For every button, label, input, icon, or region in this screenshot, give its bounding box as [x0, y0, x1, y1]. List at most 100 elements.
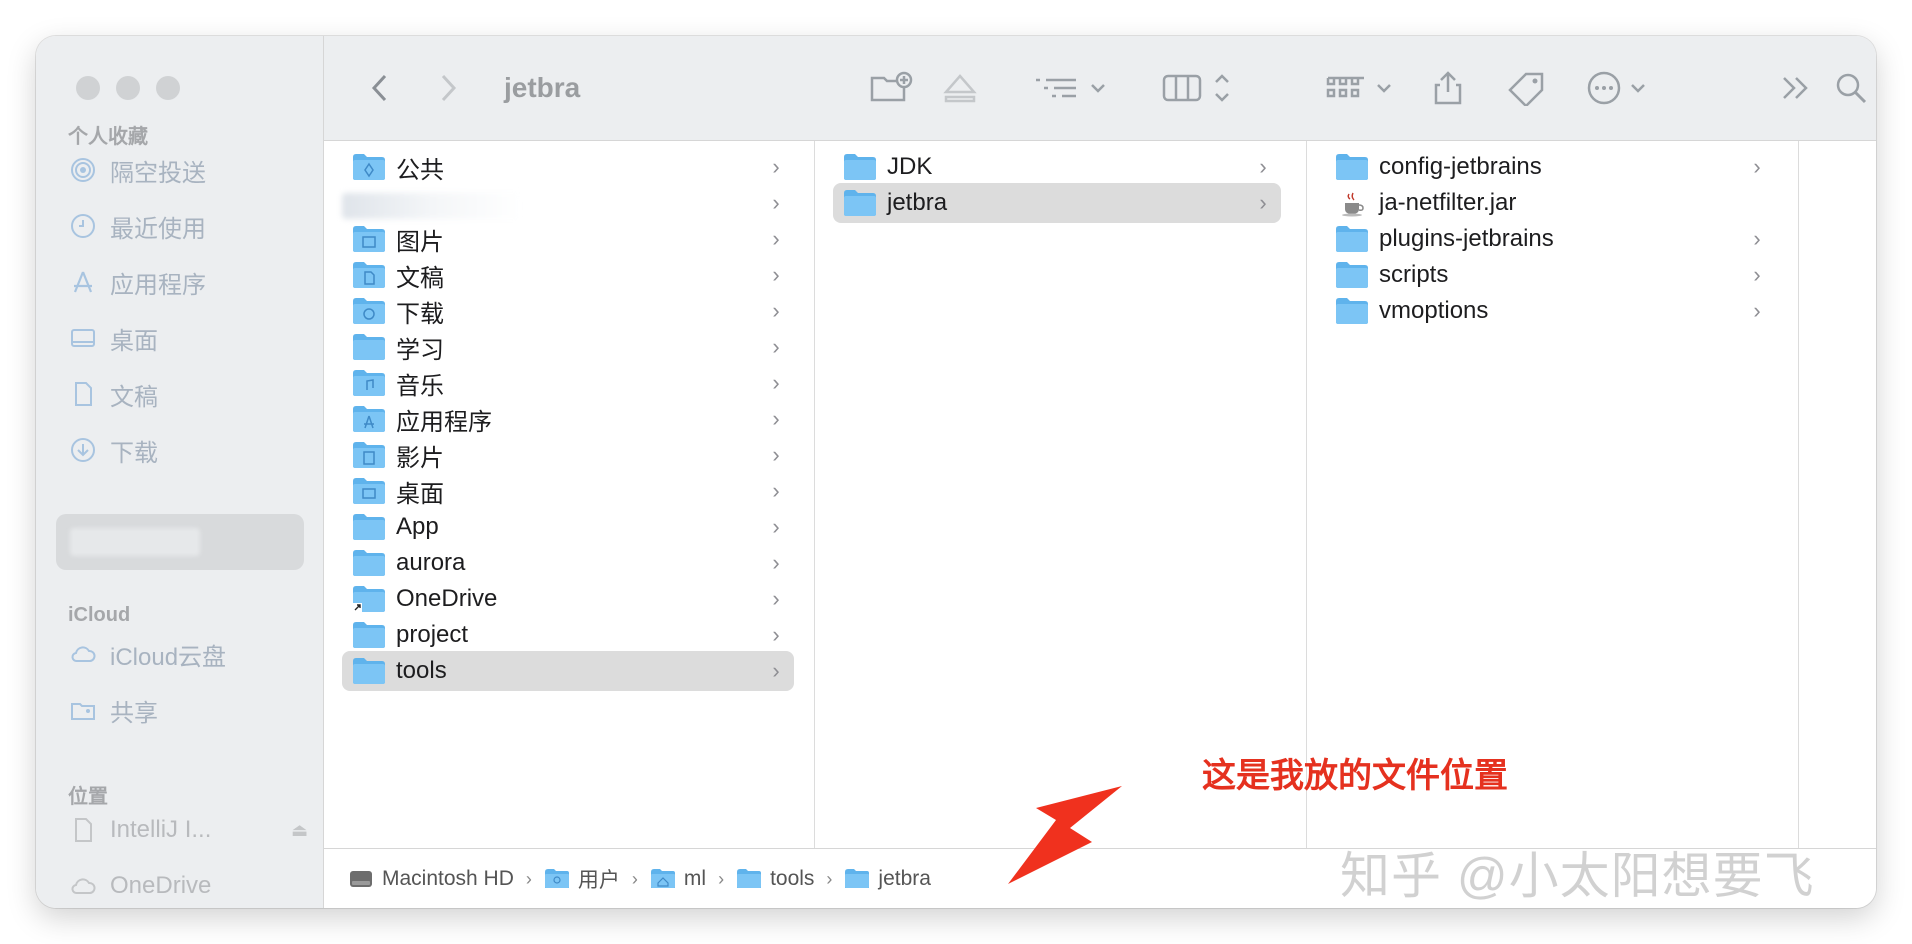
chevron-right-icon: › — [772, 478, 780, 503]
sidebar-item-icloud-drive[interactable]: iCloud云盘 — [68, 634, 308, 674]
tag-icon — [1508, 72, 1544, 106]
sidebar-item-documents[interactable]: 文稿 — [68, 374, 308, 414]
list-item-plugins-jetbrains[interactable]: plugins-jetbrains › — [1325, 219, 1775, 259]
folder-icon — [353, 334, 385, 360]
sidebar-item-intellij[interactable]: IntelliJ I... ⏏ — [68, 810, 308, 850]
sidebar-item-label: 桌面 — [110, 327, 158, 355]
sidebar-item-label: 隔空投送 — [110, 159, 206, 187]
sidebar-item-recents[interactable]: 最近使用 — [68, 206, 308, 246]
path-item-ml[interactable]: ml — [650, 867, 706, 891]
chevron-right-icon: › — [772, 298, 780, 323]
group-button[interactable] — [1324, 68, 1404, 108]
chevron-right-icon: › — [772, 370, 780, 395]
sidebar-item-applications[interactable]: 应用程序 — [68, 262, 308, 302]
sidebar-item-selected-home[interactable] — [56, 514, 304, 570]
sidebar-item-label: OneDrive — [110, 872, 212, 899]
list-item-desktop[interactable]: 桌面 › — [342, 471, 794, 511]
sidebar-item-onedrive[interactable]: OneDrive — [68, 866, 308, 906]
chevron-right-icon: › — [1753, 262, 1761, 287]
airdrop-icon — [68, 155, 98, 185]
list-item-scripts[interactable]: scripts › — [1325, 255, 1775, 295]
search-button[interactable] — [1832, 68, 1872, 108]
double-chevron-icon — [1783, 77, 1808, 99]
item-label: aurora — [396, 549, 466, 576]
applications-folder-icon — [353, 406, 385, 432]
folder-icon — [353, 514, 385, 540]
folder-icon — [353, 658, 385, 684]
java-jar-icon — [1342, 192, 1364, 217]
list-item-redacted[interactable]: › — [342, 183, 794, 223]
cloud-icon — [68, 639, 98, 669]
column-view-button[interactable] — [1160, 68, 1240, 108]
path-item-label: ml — [683, 867, 707, 890]
back-button[interactable] — [360, 68, 400, 108]
eject-icon — [943, 74, 977, 103]
chevron-right-icon: › — [772, 406, 780, 431]
item-label: 桌面 — [396, 480, 444, 508]
item-label: 公共 — [396, 156, 444, 184]
list-item-project[interactable]: project › — [342, 615, 794, 655]
item-label: jetbra — [887, 189, 948, 216]
list-item-aurora[interactable]: aurora › — [342, 543, 794, 583]
chevron-right-icon: › — [772, 622, 780, 647]
sidebar-item-desktop[interactable]: 桌面 — [68, 318, 308, 358]
sidebar-item-shared[interactable]: 共享 — [68, 690, 308, 730]
path-item-tools[interactable]: tools — [736, 867, 814, 891]
list-item-jetbra[interactable]: jetbra › — [833, 183, 1281, 223]
eject-icon[interactable]: ⏏ — [291, 820, 308, 841]
zoom-button[interactable] — [156, 76, 180, 100]
new-folder-button[interactable] — [868, 68, 916, 108]
forward-button[interactable] — [428, 68, 468, 108]
path-item-users[interactable]: 用户 — [544, 864, 620, 894]
clock-icon — [68, 211, 98, 241]
list-item-pictures[interactable]: 图片 › — [342, 219, 794, 259]
download-icon — [68, 435, 98, 465]
sidebar-item-label: 文稿 — [110, 383, 158, 411]
list-item-documents[interactable]: 文稿 › — [342, 255, 794, 295]
item-label: 图片 — [396, 228, 444, 256]
path-item-jetbra[interactable]: jetbra — [844, 867, 931, 891]
folder-icon — [1336, 298, 1368, 324]
view-options-button[interactable] — [1032, 68, 1112, 108]
list-item-tools[interactable]: tools › — [342, 651, 794, 691]
chevron-right-icon — [441, 74, 457, 102]
item-label: 音乐 — [396, 372, 444, 400]
tag-button[interactable] — [1504, 68, 1552, 108]
column-1: 公共 › › 图片 › 文稿 › 下载 › 学习 › 音乐 › 应用程序 › 影… — [324, 141, 815, 848]
list-item-study[interactable]: 学习 › — [342, 327, 794, 367]
folder-icon — [1336, 262, 1368, 288]
list-item-onedrive[interactable]: OneDrive › — [342, 579, 794, 619]
desktop-folder-icon — [353, 478, 385, 504]
minimize-button[interactable] — [116, 76, 140, 100]
sidebar: 个人收藏 隔空投送 最近使用 应用程序 桌面 文稿 下载 iCloud iClo… — [36, 36, 324, 908]
list-item-config-jetbrains[interactable]: config-jetbrains › — [1325, 147, 1775, 187]
list-item-movies[interactable]: 影片 › — [342, 435, 794, 475]
list-item-applications[interactable]: 应用程序 › — [342, 399, 794, 439]
sidebar-item-airdrop[interactable]: 隔空投送 — [68, 150, 308, 190]
close-button[interactable] — [76, 76, 100, 100]
list-item-vmoptions[interactable]: vmoptions › — [1325, 291, 1775, 331]
item-label: 应用程序 — [396, 408, 492, 436]
more-actions-button[interactable] — [1584, 68, 1664, 108]
list-item-public[interactable]: 公共 › — [342, 147, 794, 187]
path-item-macintosh-hd[interactable]: Macintosh HD — [348, 867, 514, 891]
sidebar-item-label: 共享 — [110, 699, 158, 727]
list-item-jdk[interactable]: JDK › — [833, 147, 1281, 187]
locations-header: 位置 — [68, 786, 108, 808]
shared-folder-icon — [68, 695, 98, 725]
home-folder-icon — [650, 869, 675, 888]
path-separator: › — [826, 868, 833, 889]
eject-button[interactable] — [940, 68, 980, 108]
list-item-ja-netfilter-jar[interactable]: ja-netfilter.jar — [1325, 183, 1775, 223]
chevron-right-icon: › — [1259, 154, 1267, 179]
list-item-app[interactable]: App › — [342, 507, 794, 547]
list-item-music[interactable]: 音乐 › — [342, 363, 794, 403]
sidebar-item-downloads[interactable]: 下载 — [68, 430, 308, 470]
public-folder-icon — [353, 154, 385, 180]
users-folder-icon — [544, 869, 569, 888]
toolbar-overflow-button[interactable] — [1776, 68, 1816, 108]
chevron-right-icon: › — [1753, 298, 1761, 323]
share-button[interactable] — [1428, 68, 1468, 108]
chevron-right-icon: › — [772, 154, 780, 179]
list-item-downloads[interactable]: 下载 › — [342, 291, 794, 331]
